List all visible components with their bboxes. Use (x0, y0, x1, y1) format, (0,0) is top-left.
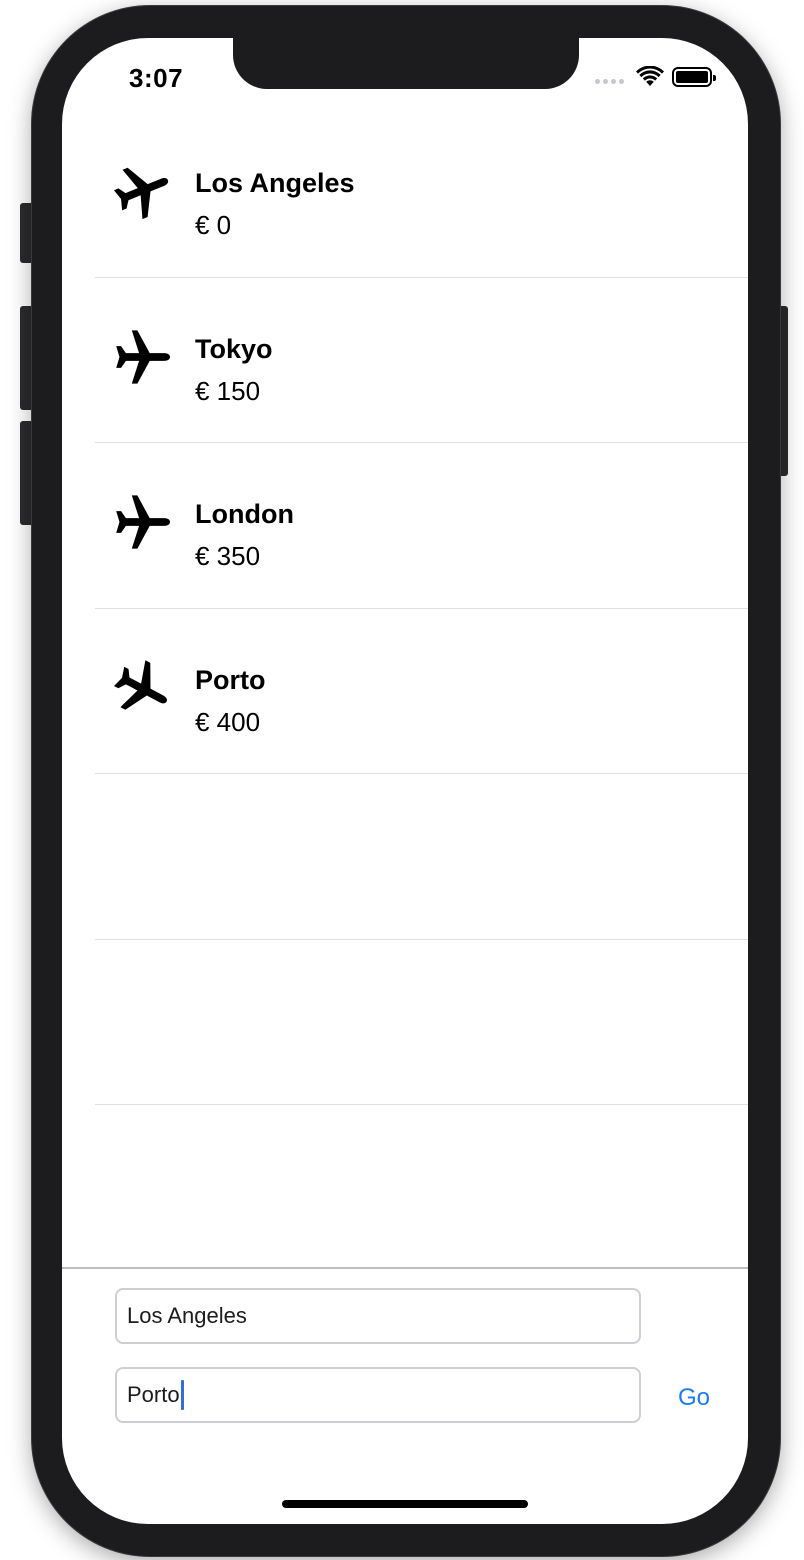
flight-row[interactable]: Porto € 400 (62, 609, 748, 774)
destination-input-value: Porto (127, 1382, 180, 1407)
notch (233, 38, 579, 89)
text-caret (180, 1380, 184, 1410)
flight-destination: Tokyo (195, 333, 273, 364)
simulator-stage: 3:07 Los Angeles € 0 Tokyo € 150 London … (0, 0, 804, 1560)
app-screen: 3:07 Los Angeles € 0 Tokyo € 150 London … (62, 38, 748, 1524)
cellular-signal-icon (595, 70, 624, 84)
flight-row[interactable]: Los Angeles € 0 (62, 112, 748, 278)
wifi-icon (636, 66, 664, 86)
airplane-icon (116, 329, 170, 384)
empty-row (62, 940, 748, 1105)
battery-icon (672, 67, 716, 87)
flight-price: € 400 (195, 706, 261, 737)
flight-destination: Porto (195, 664, 266, 695)
flight-row[interactable]: London € 350 (62, 443, 748, 609)
airplane-takeoff-icon (113, 167, 169, 220)
empty-row (62, 774, 748, 940)
origin-input-value: Los Angeles (127, 1303, 247, 1328)
flight-list: Los Angeles € 0 Tokyo € 150 London € 350 (62, 112, 748, 1105)
flight-price: € 150 (195, 375, 261, 406)
go-button[interactable]: Go (670, 1380, 718, 1416)
airplane-icon (116, 495, 170, 549)
flight-destination: London (195, 499, 294, 529)
status-time: 3:07 (129, 63, 184, 93)
flight-price: € 350 (195, 541, 261, 571)
form-divider (62, 1267, 748, 1269)
home-indicator[interactable] (282, 1500, 528, 1508)
flight-price: € 0 (195, 210, 232, 240)
row-separator (95, 1104, 748, 1105)
destination-input[interactable]: Porto (115, 1367, 641, 1423)
origin-input[interactable]: Los Angeles (115, 1288, 641, 1344)
flight-row[interactable]: Tokyo € 150 (62, 278, 748, 443)
airplane-landing-icon (114, 659, 167, 710)
status-indicators (595, 65, 716, 89)
flight-destination: Los Angeles (195, 168, 355, 198)
